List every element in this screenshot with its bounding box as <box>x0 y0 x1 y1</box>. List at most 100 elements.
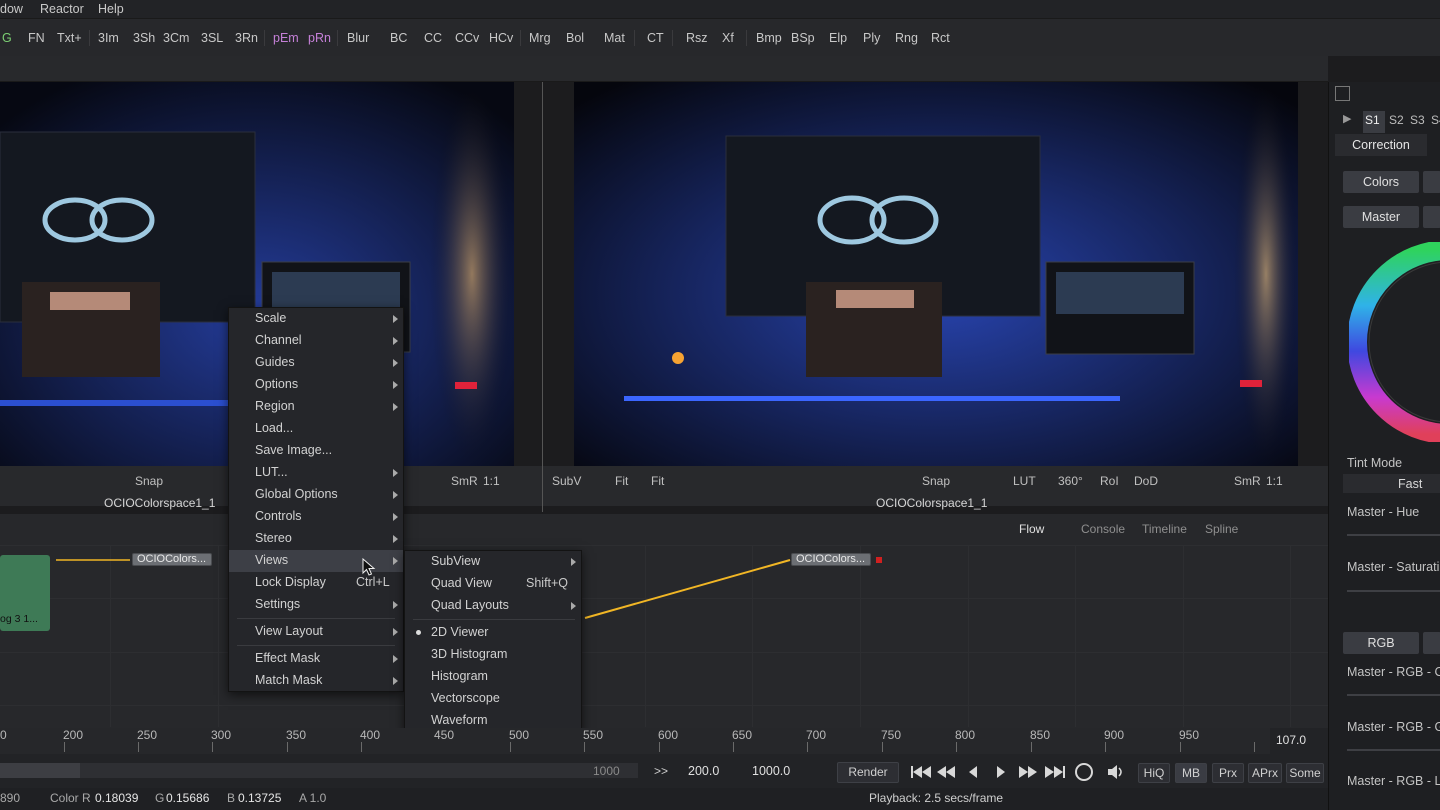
tool-bol[interactable]: Bol <box>566 31 584 45</box>
rgb-g-slider[interactable] <box>1347 749 1440 751</box>
smr-button-right[interactable]: SmR <box>1234 474 1261 488</box>
submenu-item-3d-histogram[interactable]: 3D Histogram <box>405 644 581 666</box>
tool-bmp[interactable]: Bmp <box>756 31 782 45</box>
rotation-button[interactable]: 360° <box>1058 474 1083 488</box>
lut-button[interactable]: LUT <box>1013 474 1036 488</box>
mb-button[interactable]: MB <box>1175 763 1207 783</box>
range-slider[interactable]: 1000 <box>0 763 638 778</box>
current-frame[interactable]: 107.0 <box>1270 728 1328 754</box>
master-button[interactable]: Master <box>1343 206 1419 228</box>
range-arrows[interactable]: >> <box>654 764 668 778</box>
menu-item-controls[interactable]: Controls <box>229 506 403 528</box>
output-port[interactable] <box>876 557 882 563</box>
fit-button-2[interactable]: Fit <box>651 474 664 488</box>
tool-mat[interactable]: Mat <box>604 31 625 45</box>
tool-prn[interactable]: pRn <box>308 31 331 45</box>
smr-button-left[interactable]: SmR <box>451 474 478 488</box>
tool-rng[interactable]: Rng <box>895 31 918 45</box>
menu-item-guides[interactable]: Guides <box>229 352 403 374</box>
tool-cc[interactable]: CC <box>424 31 442 45</box>
tab-s3[interactable]: S3 <box>1410 113 1425 127</box>
render-start-input[interactable]: 200.0 <box>688 764 719 778</box>
tool-ccv[interactable]: CCv <box>455 31 479 45</box>
roi-button[interactable]: RoI <box>1100 474 1119 488</box>
snap-button-right[interactable]: Snap <box>922 474 950 488</box>
menu-item-stereo[interactable]: Stereo <box>229 528 403 550</box>
menu-help[interactable]: Help <box>98 2 124 16</box>
panel-button[interactable] <box>1423 206 1440 228</box>
aprx-button[interactable]: APrx <box>1248 763 1282 783</box>
tool-mrg[interactable]: Mrg <box>529 31 551 45</box>
menu-item-region[interactable]: Region <box>229 396 403 418</box>
menu-item-channel[interactable]: Channel <box>229 330 403 352</box>
ocio-node-2[interactable]: OCIOColors... <box>791 553 871 566</box>
volume-icon[interactable] <box>1106 764 1124 780</box>
dod-button[interactable]: DoD <box>1134 474 1158 488</box>
ratio-button-right[interactable]: 1:1 <box>1266 474 1283 488</box>
tool-xf[interactable]: Xf <box>722 31 734 45</box>
tool-3im[interactable]: 3Im <box>98 31 119 45</box>
color-wheel[interactable] <box>1349 242 1440 442</box>
tool-elp[interactable]: Elp <box>829 31 847 45</box>
tool-pem[interactable]: pEm <box>273 31 299 45</box>
menu-window[interactable]: dow <box>0 2 23 16</box>
submenu-item-vectorscope[interactable]: Vectorscope <box>405 688 581 710</box>
collapse-icon[interactable] <box>1335 86 1350 101</box>
rgb-button[interactable]: RGB <box>1343 632 1419 654</box>
tab-correction[interactable]: Correction <box>1335 134 1427 156</box>
hiq-button[interactable]: HiQ <box>1138 763 1170 783</box>
fit-button-1[interactable]: Fit <box>615 474 628 488</box>
menu-item-match-mask[interactable]: Match Mask <box>229 670 403 692</box>
viewer-divider[interactable] <box>542 82 543 512</box>
menu-item-save-image[interactable]: Save Image... <box>229 440 403 462</box>
submenu-item-quad-view[interactable]: Quad View Shift+Q <box>405 573 581 595</box>
tool-ply[interactable]: Ply <box>863 31 880 45</box>
ocio-node-1[interactable]: OCIOColors... <box>132 553 212 566</box>
menu-item-settings[interactable]: Settings <box>229 594 403 616</box>
menu-item-views[interactable]: Views <box>229 550 403 572</box>
rgb-c-slider[interactable] <box>1347 694 1440 696</box>
menu-item-scale[interactable]: Scale <box>229 308 403 330</box>
snap-button-left[interactable]: Snap <box>135 474 163 488</box>
menu-item-load[interactable]: Load... <box>229 418 403 440</box>
tool-3sh[interactable]: 3Sh <box>133 31 155 45</box>
tool-fn[interactable]: FN <box>28 31 45 45</box>
tool-blur[interactable]: Blur <box>347 31 369 45</box>
tool-3cm[interactable]: 3Cm <box>163 31 189 45</box>
colors-button[interactable]: Colors <box>1343 171 1419 193</box>
some-button[interactable]: Some <box>1286 763 1324 783</box>
ratio-button-left[interactable]: 1:1 <box>483 474 500 488</box>
tool-3rn[interactable]: 3Rn <box>235 31 258 45</box>
loop-icon[interactable] <box>1075 763 1093 781</box>
playback-controls[interactable] <box>909 763 1069 781</box>
menu-item-lock-display[interactable]: Lock Display Ctrl+L <box>229 572 403 594</box>
menu-item-view-layout[interactable]: View Layout <box>229 621 403 643</box>
submenu-item-2d-viewer[interactable]: 2D Viewer <box>405 622 581 644</box>
subv-button[interactable]: SubV <box>552 474 581 488</box>
panel-button[interactable] <box>1423 632 1440 654</box>
hue-slider[interactable] <box>1347 534 1440 536</box>
tint-mode-select[interactable]: Fast <box>1343 474 1440 493</box>
tool-3sl[interactable]: 3SL <box>201 31 223 45</box>
menu-reactor[interactable]: Reactor <box>40 2 84 16</box>
render-end-input[interactable]: 1000.0 <box>752 764 790 778</box>
submenu-item-subview[interactable]: SubView <box>405 551 581 573</box>
tab-s4[interactable]: S4 <box>1431 113 1440 127</box>
range-handle[interactable] <box>0 763 80 778</box>
tool-bc[interactable]: BC <box>390 31 407 45</box>
tool-txt[interactable]: Txt+ <box>57 31 82 45</box>
tab-s2[interactable]: S2 <box>1389 113 1404 127</box>
saturation-slider[interactable] <box>1347 590 1440 592</box>
tool-rct[interactable]: Rct <box>931 31 950 45</box>
tab-s1[interactable]: S1 <box>1363 111 1385 133</box>
tool-rsz[interactable]: Rsz <box>686 31 708 45</box>
submenu-item-quad-layouts[interactable]: Quad Layouts <box>405 595 581 617</box>
render-button[interactable]: Render <box>837 762 899 783</box>
menu-item-lut[interactable]: LUT... <box>229 462 403 484</box>
tool-bsp[interactable]: BSp <box>791 31 815 45</box>
submenu-item-histogram[interactable]: Histogram <box>405 666 581 688</box>
tool-hcv[interactable]: HCv <box>489 31 513 45</box>
panel-button[interactable] <box>1423 171 1440 193</box>
menu-item-effect-mask[interactable]: Effect Mask <box>229 648 403 670</box>
tool-ct[interactable]: CT <box>647 31 664 45</box>
